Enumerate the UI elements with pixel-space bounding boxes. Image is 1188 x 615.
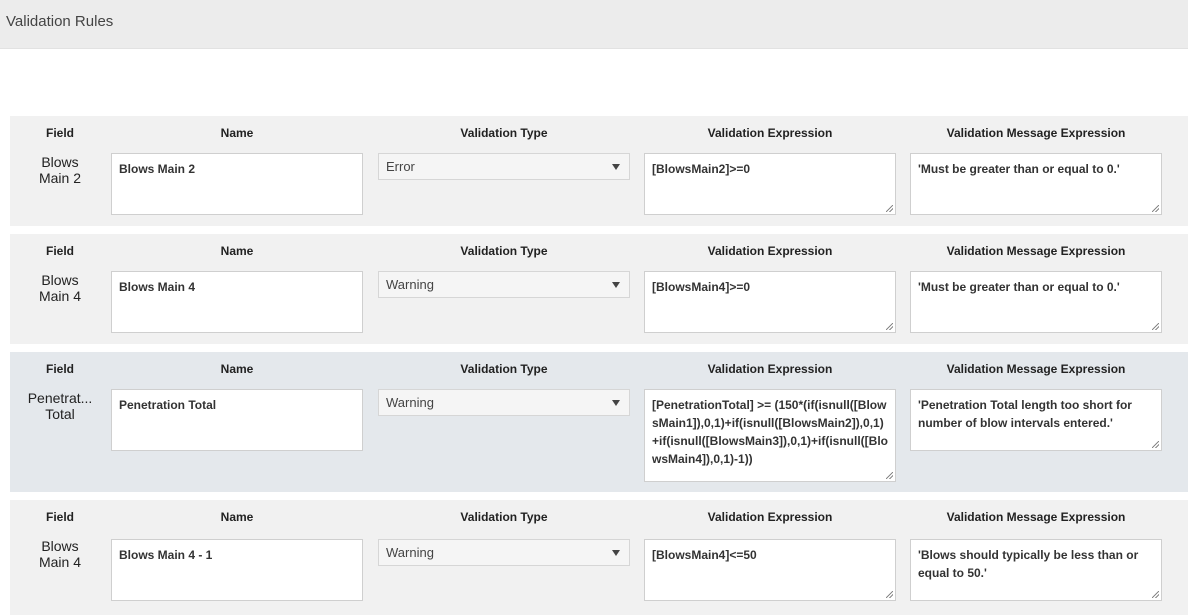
validation-type-value: Warning [386, 545, 434, 560]
validation-message-textarea[interactable]: 'Must be greater than or equal to 0.' [910, 271, 1162, 333]
validation-message-textarea[interactable]: 'Penetration Total length too short for … [910, 389, 1162, 451]
field-header: Field [45, 126, 74, 140]
validation-expression-textarea[interactable]: [BlowsMain4]<=50 [644, 539, 896, 601]
validation-type-header: Validation Type [460, 510, 548, 524]
validation-expression-textarea[interactable]: [BlowsMain2]>=0 [644, 153, 896, 215]
validation-message-header: Validation Message Expression [946, 362, 1126, 376]
field-value: Blows Main 2 [38, 154, 82, 186]
page-title: Validation Rules [6, 13, 114, 30]
validation-expression-header: Validation Expression [707, 510, 833, 524]
chevron-down-icon [612, 164, 620, 170]
chevron-down-icon [612, 400, 620, 406]
validation-message-textarea[interactable]: 'Must be greater than or equal to 0.' [910, 153, 1162, 215]
validation-message-header: Validation Message Expression [946, 510, 1126, 524]
field-value: Blows Main 4 [38, 538, 82, 570]
rule-row: Field Name Validation Type Validation Ex… [10, 500, 1188, 615]
validation-type-select[interactable]: Error [378, 153, 630, 180]
rule-row-selected: Field Name Validation Type Validation Ex… [10, 352, 1188, 492]
validation-message-textarea[interactable]: 'Blows should typically be less than or … [910, 539, 1162, 601]
validation-type-select[interactable]: Warning [378, 271, 630, 298]
field-header: Field [45, 244, 74, 258]
name-input[interactable]: Blows Main 4 - 1 [111, 539, 363, 601]
validation-message-header: Validation Message Expression [946, 244, 1126, 258]
validation-expression-textarea[interactable]: [BlowsMain4]>=0 [644, 271, 896, 333]
validation-type-select[interactable]: Warning [378, 539, 630, 566]
rule-row: Field Name Validation Type Validation Ex… [10, 116, 1188, 226]
field-value: Blows Main 4 [38, 272, 82, 304]
name-input[interactable]: Blows Main 2 [111, 153, 363, 215]
validation-expression-header: Validation Expression [707, 126, 833, 140]
validation-type-value: Warning [386, 277, 434, 292]
page-header: Validation Rules [0, 0, 1188, 49]
validation-expression-header: Validation Expression [707, 244, 833, 258]
validation-type-value: Error [386, 159, 415, 174]
field-header: Field [45, 510, 74, 524]
name-header: Name [220, 510, 254, 524]
validation-expression-textarea[interactable]: [PenetrationTotal] >= (150*(if(isnull([B… [644, 389, 896, 482]
validation-type-header: Validation Type [460, 126, 548, 140]
field-value: Penetrat... Total [27, 390, 93, 422]
field-header: Field [45, 362, 74, 376]
validation-expression-header: Validation Expression [707, 362, 833, 376]
name-header: Name [220, 362, 254, 376]
validation-type-value: Warning [386, 395, 434, 410]
validation-message-header: Validation Message Expression [946, 126, 1126, 140]
chevron-down-icon [612, 550, 620, 556]
name-header: Name [220, 126, 254, 140]
validation-type-header: Validation Type [460, 362, 548, 376]
rule-row: Field Name Validation Type Validation Ex… [10, 234, 1188, 344]
name-input[interactable]: Blows Main 4 [111, 271, 363, 333]
name-header: Name [220, 244, 254, 258]
validation-type-header: Validation Type [460, 244, 548, 258]
chevron-down-icon [612, 282, 620, 288]
name-input[interactable]: Penetration Total [111, 389, 363, 451]
validation-type-select[interactable]: Warning [378, 389, 630, 416]
